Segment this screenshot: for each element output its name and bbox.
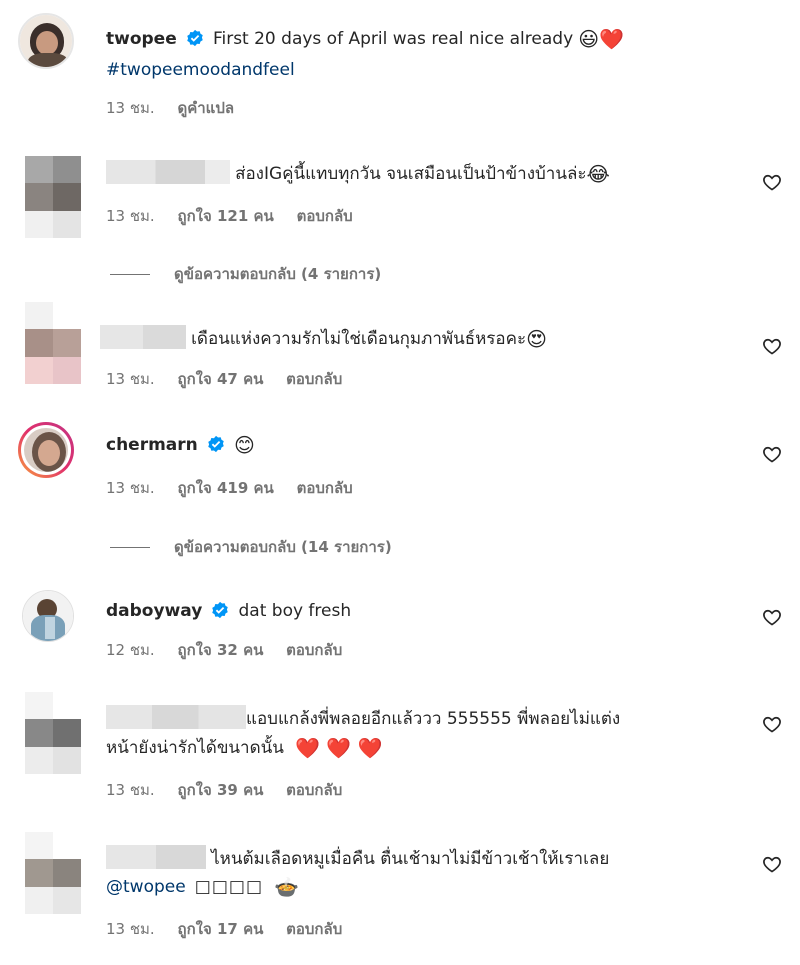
avatar-blurred[interactable] xyxy=(25,156,81,238)
comment-time[interactable]: 13 ชม. xyxy=(106,370,155,388)
translate-link[interactable]: ดูคำแปล xyxy=(177,99,234,117)
divider xyxy=(110,547,150,548)
comment-time[interactable]: 12 ชม. xyxy=(106,641,155,659)
avatar-blurred[interactable] xyxy=(25,302,81,384)
view-replies-button[interactable]: ดูข้อความตอบกลับ (14 รายการ) xyxy=(110,535,392,559)
comment-likes[interactable]: ถูกใจ 121 คน xyxy=(177,207,273,225)
comment-text-continued: หน้ายังน่ารักได้ขนาดนั้น xyxy=(106,738,284,758)
comment-text: dat boy fresh xyxy=(238,601,352,621)
reply-button[interactable]: ตอบกลับ xyxy=(286,781,342,799)
comment-username[interactable]: daboyway xyxy=(106,601,202,621)
avatar-blurred[interactable] xyxy=(25,692,81,774)
comment-likes[interactable]: ถูกใจ 32 คน xyxy=(177,641,263,659)
comment-time[interactable]: 13 ชม. xyxy=(106,781,155,799)
blurred-username[interactable] xyxy=(106,705,246,729)
reply-button[interactable]: ตอบกลับ xyxy=(286,641,342,659)
verified-badge-icon xyxy=(208,435,224,453)
pot-of-food-emoji: 🍲 xyxy=(274,875,300,899)
red-hearts-emoji: ❤️ ❤️ ❤️ xyxy=(294,736,383,760)
like-heart-icon[interactable] xyxy=(762,607,782,627)
divider xyxy=(110,274,150,275)
heart-eyes-emoji: 😍 xyxy=(526,327,547,351)
comment-likes[interactable]: ถูกใจ 47 คน xyxy=(177,370,263,388)
comment-time[interactable]: 13 ชม. xyxy=(106,920,155,938)
blurred-username[interactable] xyxy=(106,845,206,869)
comment-text: เดือนแห่งความรักไม่ใช่เดือนกุมภาพันธ์หรอ… xyxy=(191,329,527,349)
comment-text: ไหนต้มเลือดหมูเมื่อคืน ตื่นเช้ามาไม่มีข้… xyxy=(211,849,610,869)
laughing-emoji: 😂 xyxy=(586,162,610,186)
comment-text: ส่องIGคู่นี้แทบทุกวัน จนเสมือนเป็นป้าข้า… xyxy=(235,164,587,184)
missing-glyph-boxes: □□□□ xyxy=(194,877,264,897)
avatar-chermarn[interactable] xyxy=(18,422,74,478)
avatar-blurred[interactable] xyxy=(25,832,81,914)
mention-link[interactable]: @twopee xyxy=(106,877,186,897)
reply-button[interactable]: ตอบกลับ xyxy=(286,370,342,388)
comment-time[interactable]: 13 ชม. xyxy=(106,207,155,225)
view-replies-button[interactable]: ดูข้อความตอบกลับ (4 รายการ) xyxy=(110,262,381,286)
reply-button[interactable]: ตอบกลับ xyxy=(297,207,353,225)
post-hashtag[interactable]: #twopeemoodandfeel xyxy=(106,57,295,83)
verified-badge-icon xyxy=(212,601,229,619)
like-heart-icon[interactable] xyxy=(762,444,782,464)
comment-username[interactable]: chermarn xyxy=(106,435,198,455)
post-caption: First 20 days of April was real nice alr… xyxy=(212,29,574,49)
post-username[interactable]: twopee xyxy=(106,29,177,49)
like-heart-icon[interactable] xyxy=(762,336,782,356)
comment-likes[interactable]: ถูกใจ 39 คน xyxy=(177,781,263,799)
blurred-username[interactable] xyxy=(100,325,186,349)
avatar-twopee[interactable] xyxy=(18,13,74,69)
blurred-username[interactable] xyxy=(106,160,230,184)
reply-button[interactable]: ตอบกลับ xyxy=(286,920,342,938)
comment-likes[interactable]: ถูกใจ 419 คน xyxy=(177,479,273,497)
comment-likes[interactable]: ถูกใจ 17 คน xyxy=(177,920,263,938)
avatar-daboyway[interactable] xyxy=(22,590,74,642)
post-time[interactable]: 13 ชม. xyxy=(106,99,155,117)
caption-emoji: 😃❤️ xyxy=(578,27,624,51)
like-heart-icon[interactable] xyxy=(762,172,782,192)
smiling-emoji: 😊 xyxy=(233,433,255,457)
reply-button[interactable]: ตอบกลับ xyxy=(297,479,353,497)
like-heart-icon[interactable] xyxy=(762,854,782,874)
comment-time[interactable]: 13 ชม. xyxy=(106,479,155,497)
comment-text: แอบแกล้งพี่พลอยอีกแล้ววว 555555 พี่พลอยไ… xyxy=(246,709,621,729)
verified-badge-icon xyxy=(187,29,203,47)
like-heart-icon[interactable] xyxy=(762,714,782,734)
